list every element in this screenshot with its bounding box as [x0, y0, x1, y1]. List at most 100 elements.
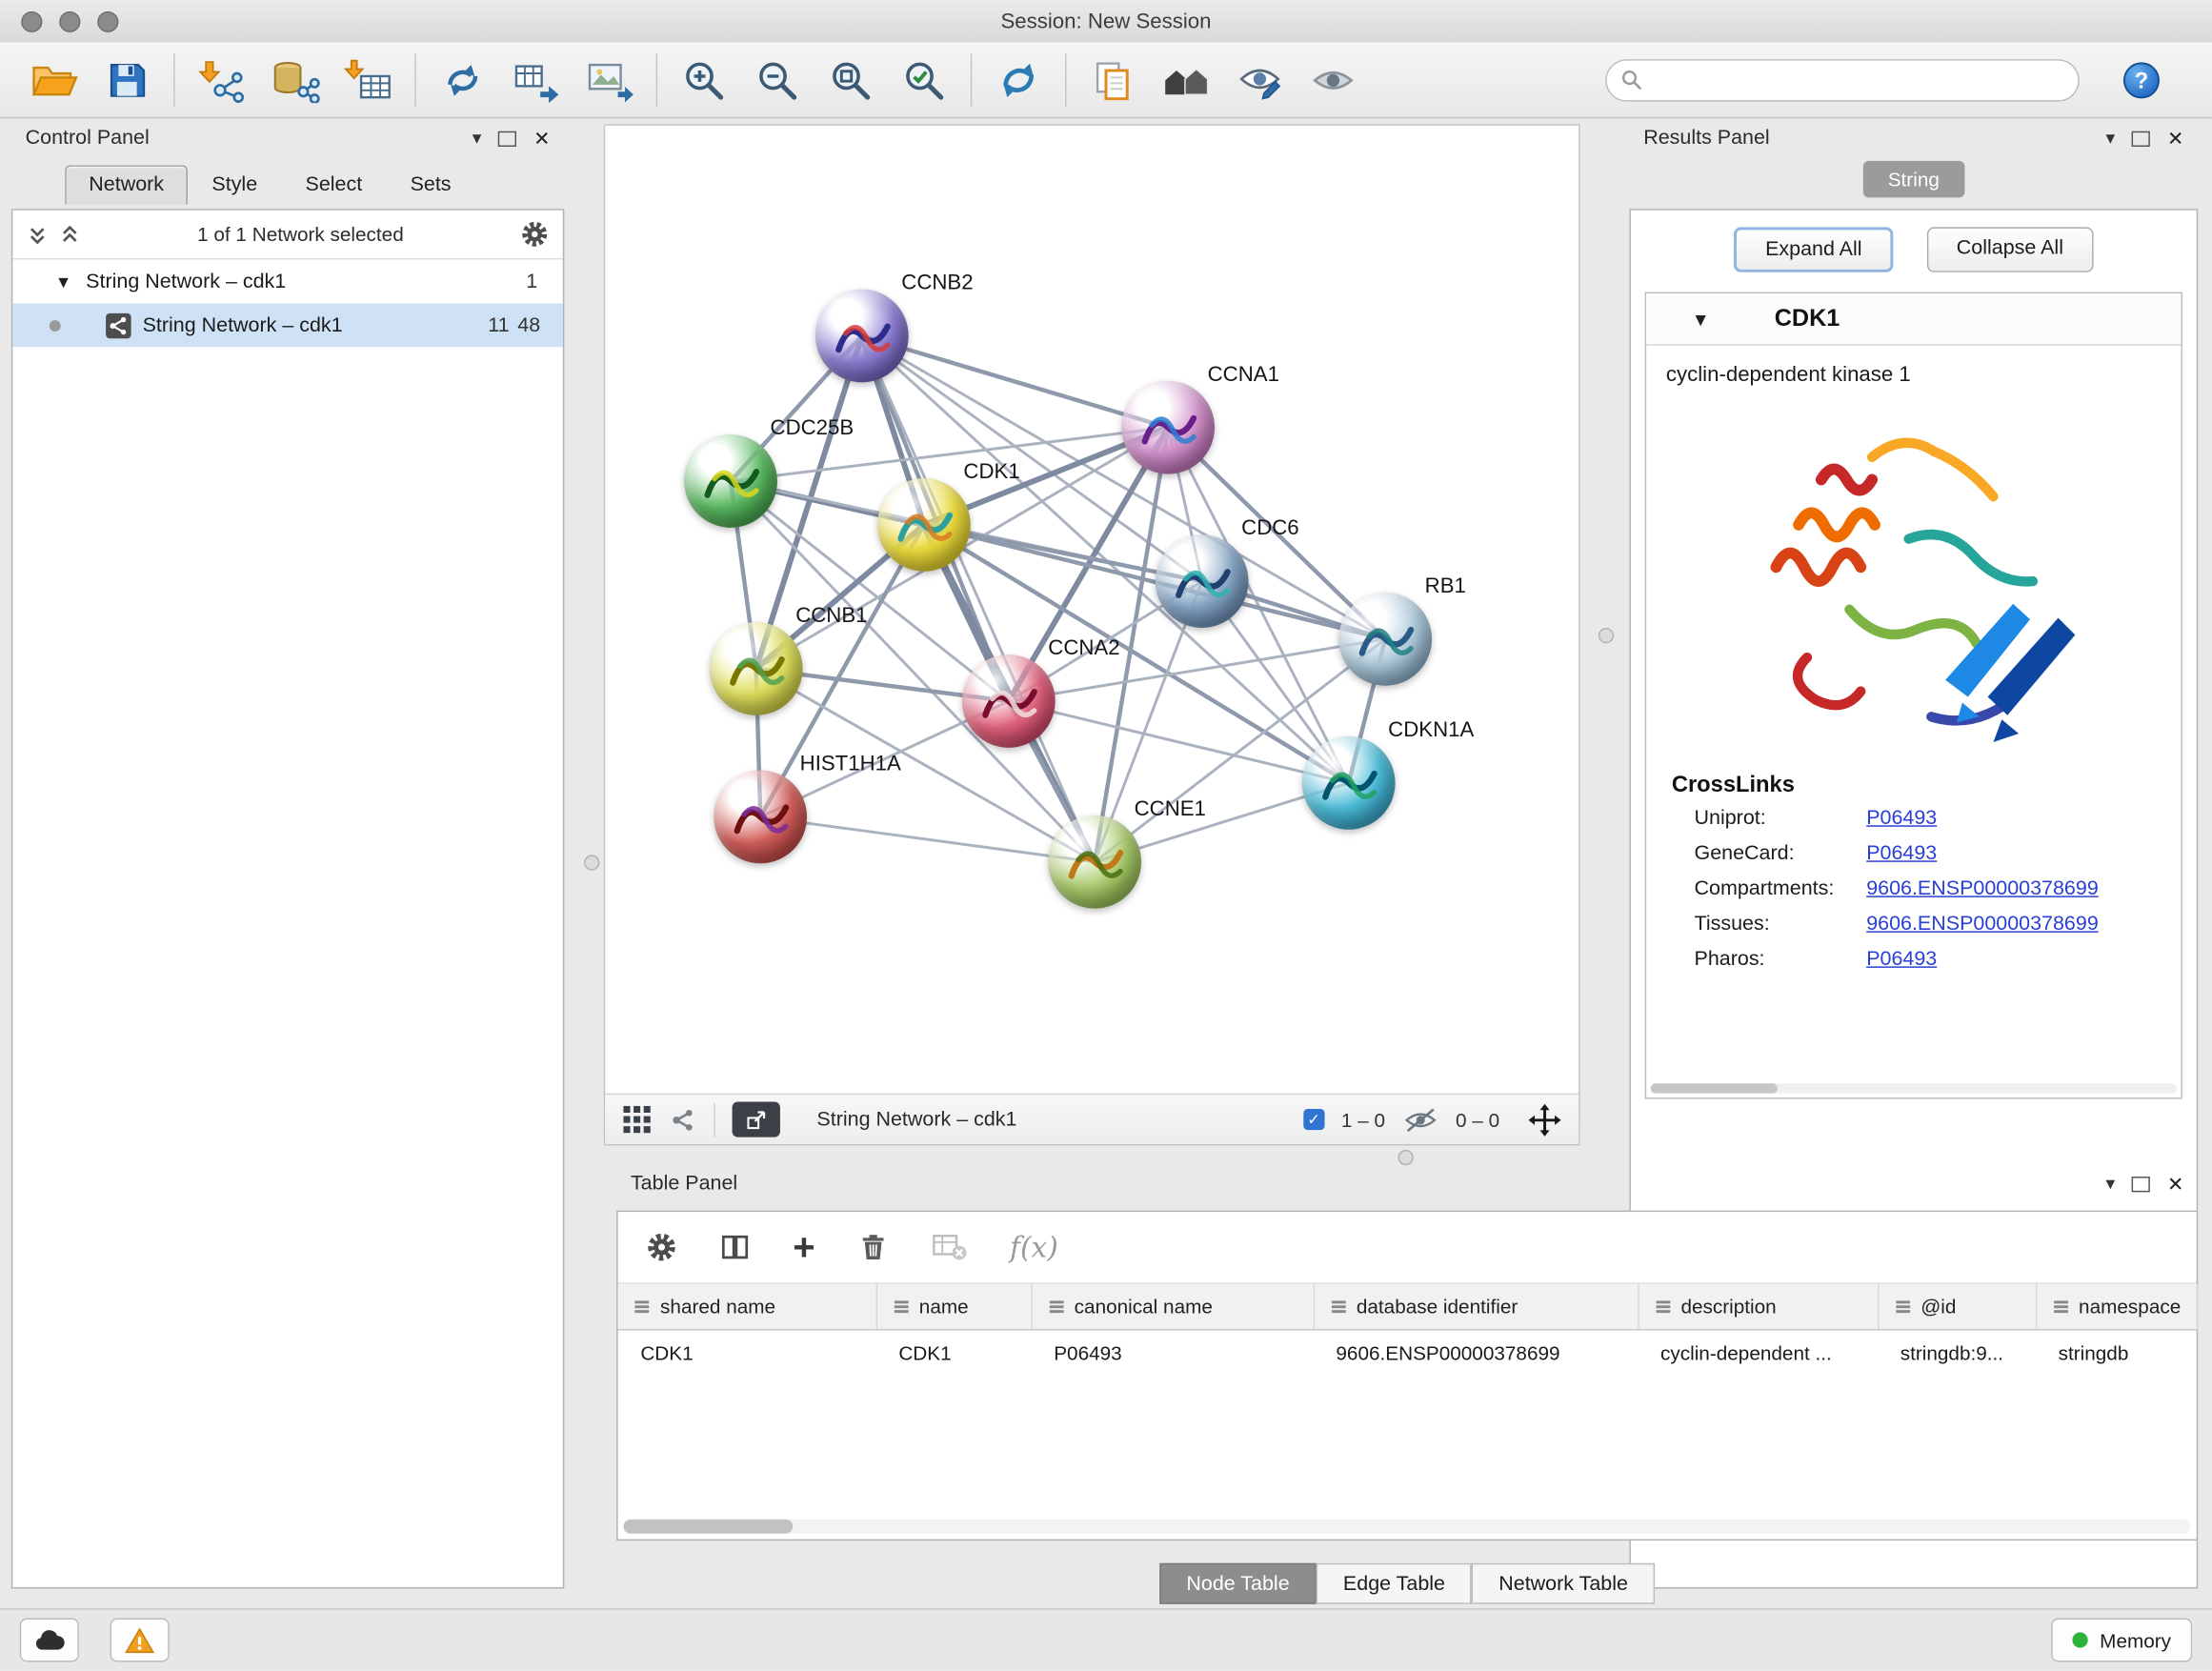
clone-network-button[interactable] — [499, 48, 573, 112]
gene-section-scrollbar[interactable] — [1651, 1083, 2177, 1093]
export-image-button[interactable] — [573, 48, 646, 112]
network-node-CDKN1A[interactable] — [1302, 736, 1396, 830]
crosslink-link[interactable]: P06493 — [1866, 807, 1937, 830]
gene-section-header[interactable]: ▼ CDK1 — [1646, 293, 2181, 346]
network-node-CDC6[interactable] — [1156, 534, 1249, 628]
column-header[interactable]: shared name — [618, 1284, 876, 1330]
zoom-fit-button[interactable] — [814, 48, 887, 112]
tab-select[interactable]: Select — [281, 165, 386, 204]
birdseye-grid-icon[interactable] — [622, 1105, 652, 1135]
table-cell[interactable]: CDK1 — [618, 1330, 876, 1376]
node-label-HIST1H1A: HIST1H1A — [800, 752, 901, 775]
toolbar-search[interactable] — [1605, 58, 2080, 100]
float-panel-icon[interactable]: ▾ — [473, 127, 482, 150]
collapse-all-button[interactable]: Collapse All — [1927, 227, 2093, 272]
maximize-panel-icon[interactable] — [2132, 131, 2150, 146]
close-panel-icon[interactable]: ✕ — [2167, 127, 2183, 151]
column-header[interactable]: name — [876, 1284, 1032, 1330]
network-node-CCNB1[interactable] — [710, 622, 803, 715]
network-node-CDC25B[interactable] — [684, 434, 777, 528]
show-hide-button[interactable] — [1297, 48, 1370, 112]
close-panel-icon[interactable]: ✕ — [533, 127, 550, 151]
import-network-from-file-button[interactable] — [185, 48, 258, 112]
table-cell[interactable]: cyclin-dependent ... — [1638, 1330, 1878, 1376]
table-cell[interactable]: stringdb — [2036, 1330, 2197, 1376]
tab-sets[interactable]: Sets — [386, 165, 474, 204]
crosslink-link[interactable]: 9606.ENSP00000378699 — [1866, 877, 2099, 900]
column-header[interactable]: namespace — [2036, 1284, 2197, 1330]
crosslink-link[interactable]: P06493 — [1866, 842, 1937, 865]
import-table-button[interactable] — [332, 48, 405, 112]
network-node-HIST1H1A[interactable] — [714, 771, 807, 864]
maximize-panel-icon[interactable] — [498, 131, 516, 146]
search-input[interactable] — [1651, 67, 2064, 92]
home-view-button[interactable] — [1150, 48, 1223, 112]
import-network-from-database-button[interactable] — [258, 48, 332, 112]
table-cell[interactable]: 9606.ENSP00000378699 — [1314, 1330, 1639, 1376]
tab-edge-table[interactable]: Edge Table — [1317, 1563, 1472, 1604]
network-collection-row[interactable]: ▼ String Network – cdk1 1 — [12, 259, 563, 303]
table-cell[interactable]: CDK1 — [876, 1330, 1032, 1376]
table-cell[interactable]: P06493 — [1032, 1330, 1314, 1376]
save-session-button[interactable] — [90, 48, 164, 112]
annotation-mode-button[interactable] — [1223, 48, 1297, 112]
column-header[interactable]: description — [1638, 1284, 1878, 1330]
table-horizontal-scrollbar[interactable] — [624, 1520, 2191, 1534]
network-node-CDK1[interactable] — [877, 478, 971, 572]
zoom-in-button[interactable] — [667, 48, 740, 112]
crosslink-link[interactable]: P06493 — [1866, 948, 1937, 971]
crosslink-link[interactable]: 9606.ENSP00000378699 — [1866, 913, 2099, 936]
selected-checkbox[interactable]: ✓ — [1303, 1109, 1324, 1130]
warnings-button[interactable] — [111, 1619, 170, 1662]
cloud-status-button[interactable] — [20, 1619, 79, 1662]
open-session-button[interactable] — [17, 48, 90, 112]
network-node-CCNA1[interactable] — [1121, 381, 1215, 474]
vertical-splitter-handle[interactable] — [1599, 628, 1614, 643]
open-in-window-button[interactable] — [733, 1102, 780, 1137]
memory-button[interactable]: Memory — [2052, 1619, 2192, 1662]
network-canvas[interactable]: CCNB2CCNA1CDC25BCDK1CDC6RB1CCNB1CCNA2CDK… — [605, 126, 1579, 1094]
delete-column-trash-icon[interactable] — [857, 1232, 889, 1263]
pan-crosshair-icon[interactable] — [1528, 1102, 1562, 1137]
share-network-icon[interactable] — [669, 1105, 697, 1134]
float-panel-icon[interactable]: ▾ — [2106, 1173, 2116, 1196]
tree-expand-arrow[interactable]: ▼ — [55, 272, 72, 292]
add-column-plus-icon[interactable]: + — [793, 1233, 814, 1261]
network-node-CCNE1[interactable] — [1048, 815, 1141, 909]
table-cell[interactable]: stringdb:9... — [1878, 1330, 2036, 1376]
table-options-gear-icon[interactable] — [646, 1232, 677, 1263]
network-node-RB1[interactable] — [1338, 593, 1432, 686]
collapse-all-tree-icon[interactable] — [27, 224, 48, 245]
horizontal-splitter-handle[interactable] — [1398, 1150, 1414, 1165]
apply-layout-button[interactable] — [982, 48, 1056, 112]
float-panel-icon[interactable]: ▾ — [2106, 127, 2116, 150]
network-node-CCNB2[interactable] — [815, 290, 909, 383]
column-header[interactable]: @id — [1878, 1284, 2036, 1330]
help-button[interactable]: ? — [2104, 48, 2178, 112]
vertical-splitter-handle[interactable] — [584, 855, 599, 870]
network-node-CCNA2[interactable] — [962, 654, 1056, 748]
network-row[interactable]: String Network – cdk1 11 48 — [12, 303, 563, 347]
tab-node-table[interactable]: Node Table — [1159, 1563, 1317, 1604]
show-columns-icon[interactable] — [719, 1232, 751, 1263]
close-panel-icon[interactable]: ✕ — [2167, 1172, 2183, 1196]
hidden-eye-icon[interactable] — [1402, 1105, 1439, 1134]
network-options-gear-icon[interactable] — [520, 220, 549, 249]
expand-all-button[interactable]: Expand All — [1734, 227, 1893, 272]
control-panel-tabs: Network Style Select Sets — [65, 161, 475, 205]
expand-all-tree-icon[interactable] — [59, 224, 80, 245]
zoom-out-button[interactable] — [740, 48, 814, 112]
tab-network[interactable]: Network — [65, 165, 188, 204]
tab-string[interactable]: String — [1862, 161, 1964, 198]
table-row[interactable]: CDK1 CDK1 P06493 9606.ENSP00000378699 cy… — [618, 1330, 2197, 1376]
column-header[interactable]: database identifier — [1314, 1284, 1639, 1330]
maximize-panel-icon[interactable] — [2132, 1176, 2150, 1191]
zoom-selected-button[interactable] — [887, 48, 960, 112]
column-header[interactable]: canonical name — [1032, 1284, 1314, 1330]
tab-style[interactable]: Style — [188, 165, 281, 204]
copy-document-button[interactable] — [1076, 48, 1150, 112]
tab-network-table[interactable]: Network Table — [1472, 1563, 1655, 1604]
collapse-section-arrow[interactable]: ▼ — [1692, 309, 1710, 330]
main-toolbar: ? — [0, 42, 2212, 118]
new-network-from-selection-button[interactable] — [426, 48, 499, 112]
